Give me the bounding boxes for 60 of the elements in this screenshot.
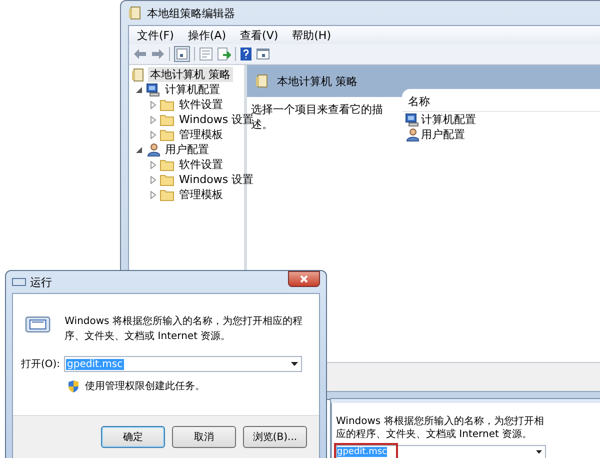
- computer-icon: [146, 82, 160, 96]
- shield-icon: [68, 380, 79, 392]
- ok-button[interactable]: 确定: [101, 426, 165, 448]
- folder-icon: [160, 158, 174, 170]
- dropdown-caret-icon[interactable]: [291, 362, 298, 366]
- menu-item[interactable]: 文件(F): [137, 28, 174, 42]
- header-icon: [255, 74, 269, 88]
- tree-item[interactable]: 管理模板: [177, 127, 225, 142]
- admin-note: 使用管理权限创建此任务。: [85, 380, 205, 393]
- policy-icon: [131, 68, 145, 82]
- dropdown-caret-icon[interactable]: [536, 450, 542, 454]
- computer-icon: [405, 112, 419, 126]
- tree-item[interactable]: Windows 设置: [177, 172, 256, 187]
- header-title: 本地计算机 策略: [277, 74, 358, 88]
- list-item[interactable]: 计算机配置: [421, 112, 476, 127]
- menu-item[interactable]: 帮助(H): [292, 28, 331, 42]
- tree-item[interactable]: 本地计算机 策略: [148, 67, 232, 82]
- user-icon: [405, 128, 419, 142]
- tree-item[interactable]: 用户配置: [163, 142, 211, 157]
- folder-icon: [160, 128, 174, 140]
- view-icon[interactable]: [256, 47, 270, 61]
- menu-item[interactable]: 操作(A): [188, 28, 226, 42]
- back-icon[interactable]: [133, 48, 147, 60]
- close-icon: [300, 275, 308, 283]
- instruction-text: Windows 将根据您所输入的名称，为您打开相应的程序、文件夹、文档或 Internet 资源。: [336, 415, 545, 441]
- folder-icon: [160, 188, 174, 200]
- show-tree-icon[interactable]: [174, 46, 190, 62]
- collapsed-arrow-icon[interactable]: [149, 190, 157, 198]
- forward-icon[interactable]: [151, 48, 165, 60]
- dialog-title: 运行: [30, 274, 52, 290]
- window-icon: [12, 277, 26, 287]
- collapsed-arrow-icon[interactable]: [149, 176, 157, 184]
- user-icon: [146, 142, 160, 156]
- list-item[interactable]: 用户配置: [421, 127, 465, 142]
- browse-button[interactable]: 浏览(B)...: [243, 426, 307, 448]
- tree-item[interactable]: 管理模板: [177, 187, 225, 202]
- close-button[interactable]: [288, 271, 320, 287]
- menu-item[interactable]: 查看(V): [240, 28, 278, 42]
- app-icon: [128, 6, 142, 20]
- tree-item[interactable]: 软件设置: [177, 97, 225, 112]
- folder-icon: [160, 174, 174, 186]
- instruction-text: Windows 将根据您所输入的名称，为您打开相应的程序、文件夹、文档或 Internet 资源。: [64, 314, 304, 344]
- help-icon[interactable]: [240, 47, 252, 61]
- window-title: 本地组策略编辑器: [147, 6, 235, 20]
- run-icon: [25, 314, 51, 334]
- tree-item[interactable]: 软件设置: [177, 157, 225, 172]
- tree-item[interactable]: 计算机配置: [163, 82, 222, 97]
- expanded-arrow-icon[interactable]: [135, 86, 143, 94]
- open-label: 打开(O):: [21, 358, 60, 371]
- folder-icon: [160, 98, 174, 110]
- export-icon[interactable]: [217, 47, 231, 61]
- expanded-arrow-icon[interactable]: [135, 146, 143, 154]
- collapsed-arrow-icon[interactable]: [149, 100, 157, 108]
- collapsed-arrow-icon[interactable]: [149, 160, 157, 168]
- properties-icon[interactable]: [199, 47, 213, 61]
- collapsed-arrow-icon[interactable]: [149, 130, 157, 138]
- folder-icon: [160, 114, 174, 126]
- collapsed-arrow-icon[interactable]: [149, 116, 157, 124]
- column-header[interactable]: 名称: [408, 94, 430, 109]
- cancel-button[interactable]: 取消: [172, 426, 236, 448]
